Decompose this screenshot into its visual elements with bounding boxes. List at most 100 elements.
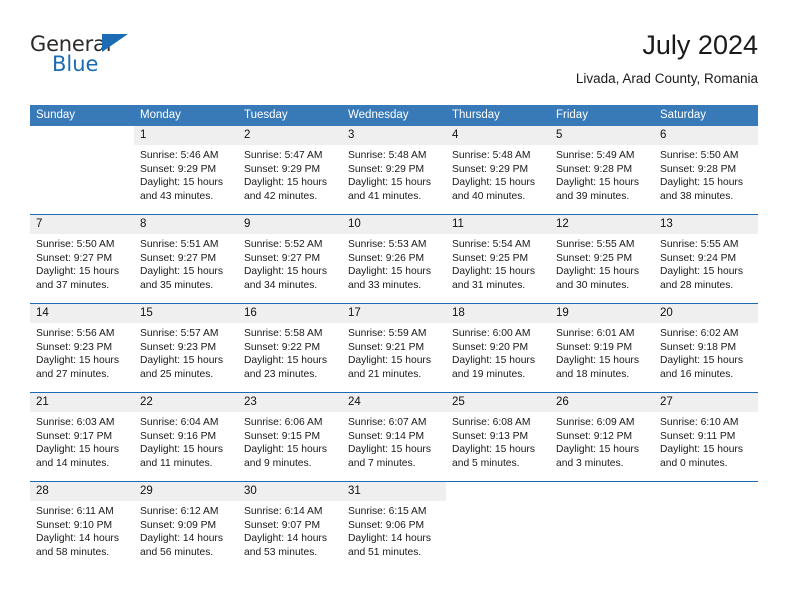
day-number[interactable]: 16	[238, 304, 342, 323]
day-number[interactable]: 15	[134, 304, 238, 323]
day-cell[interactable]: Sunrise: 6:03 AM Sunset: 9:17 PM Daylight:…	[30, 412, 134, 481]
day-cell[interactable]: Sunrise: 5:55 AM Sunset: 9:24 PM Daylight:…	[654, 234, 758, 303]
day-number[interactable]: 27	[654, 393, 758, 412]
day-cell[interactable]: Sunrise: 6:02 AM Sunset: 9:18 PM Daylight:…	[654, 323, 758, 392]
day-number[interactable]: 17	[342, 304, 446, 323]
day-daylight2-text: and 31 minutes.	[452, 279, 526, 291]
day-number[interactable]: 14	[30, 304, 134, 323]
day-number[interactable]: 3	[342, 126, 446, 145]
day-number[interactable]: 25	[446, 393, 550, 412]
day-cell[interactable]: Sunrise: 5:48 AM Sunset: 9:29 PM Daylight:…	[342, 145, 446, 214]
day-details-band: Sunrise: 5:56 AM Sunset: 9:23 PM Daylight:…	[30, 323, 758, 392]
day-number[interactable]: 9	[238, 215, 342, 234]
day-cell[interactable]: Sunrise: 5:48 AM Sunset: 9:29 PM Daylight:…	[446, 145, 550, 214]
day-cell[interactable]: Sunrise: 5:55 AM Sunset: 9:25 PM Daylight:…	[550, 234, 654, 303]
day-daylight2-text: and 21 minutes.	[348, 368, 422, 380]
day-cell[interactable]: Sunrise: 5:52 AM Sunset: 9:27 PM Daylight:…	[238, 234, 342, 303]
day-cell[interactable]: Sunrise: 5:50 AM Sunset: 9:28 PM Daylight:…	[654, 145, 758, 214]
weekday-header-row: Sunday Monday Tuesday Wednesday Thursday Frid…	[30, 105, 758, 126]
day-daylight2-text: and 56 minutes.	[140, 546, 214, 558]
day-cell[interactable]: Sunrise: 6:14 AM Sunset: 9:07 PM Daylight:…	[238, 501, 342, 570]
calendar-page: General Blue July 2024 Livada, Arad Coun…	[0, 0, 792, 612]
day-cell[interactable]: Sunrise: 6:09 AM Sunset: 9:12 PM Daylight:…	[550, 412, 654, 481]
day-number[interactable]: 20	[654, 304, 758, 323]
day-daylight1-text: Daylight: 15 hours	[244, 444, 327, 456]
day-cell[interactable]: Sunrise: 5:57 AM Sunset: 9:23 PM Daylight:…	[134, 323, 238, 392]
day-number[interactable]: 30	[238, 482, 342, 501]
day-number[interactable]: 21	[30, 393, 134, 412]
day-number[interactable]: 6	[654, 126, 758, 145]
page-subtitle: Livada, Arad County, Romania	[575, 71, 758, 86]
day-cell[interactable]: Sunrise: 5:50 AM Sunset: 9:27 PM Daylight:…	[30, 234, 134, 303]
day-details-band: Sunrise: 5:46 AM Sunset: 9:29 PM Daylight:…	[30, 145, 758, 214]
day-number[interactable]: 22	[134, 393, 238, 412]
day-sunrise-text: Sunrise: 6:08 AM	[452, 417, 531, 428]
day-cell[interactable]: Sunrise: 5:56 AM Sunset: 9:23 PM Daylight:…	[30, 323, 134, 392]
day-number[interactable]: 2	[238, 126, 342, 145]
day-number[interactable]: 18	[446, 304, 550, 323]
day-cell[interactable]: Sunrise: 6:08 AM Sunset: 9:13 PM Daylight:…	[446, 412, 550, 481]
day-cell[interactable]: Sunrise: 5:47 AM Sunset: 9:29 PM Daylight:…	[238, 145, 342, 214]
calendar-weeks: 1 2 3 4 5 6 Sunrise: 5:46 AM Sunset: 9:29 PM Day…	[30, 126, 758, 570]
day-cell[interactable]: Sunrise: 6:04 AM Sunset: 9:16 PM Daylight:…	[134, 412, 238, 481]
day-cell[interactable]: Sunrise: 6:15 AM Sunset: 9:06 PM Daylight:…	[342, 501, 446, 570]
day-number[interactable]: 12	[550, 215, 654, 234]
day-sunrise-text: Sunrise: 5:58 AM	[244, 328, 323, 339]
day-cell[interactable]: Sunrise: 5:53 AM Sunset: 9:26 PM Daylight:…	[342, 234, 446, 303]
page-header: General Blue July 2024 Livada, Arad Coun…	[30, 28, 758, 98]
day-number[interactable]: 26	[550, 393, 654, 412]
day-cell[interactable]: Sunrise: 5:58 AM Sunset: 9:22 PM Daylight:…	[238, 323, 342, 392]
day-cell[interactable]: Sunrise: 6:11 AM Sunset: 9:10 PM Daylight:…	[30, 501, 134, 570]
day-number[interactable]: 23	[238, 393, 342, 412]
day-number[interactable]: 7	[30, 215, 134, 234]
day-cell[interactable]: Sunrise: 5:49 AM Sunset: 9:28 PM Daylight:…	[550, 145, 654, 214]
day-cell[interactable]: Sunrise: 6:00 AM Sunset: 9:20 PM Daylight:…	[446, 323, 550, 392]
day-number[interactable]: 11	[446, 215, 550, 234]
day-sunrise-text: Sunrise: 5:52 AM	[244, 239, 323, 250]
day-number[interactable]: 28	[30, 482, 134, 501]
day-cell[interactable]: Sunrise: 5:51 AM Sunset: 9:27 PM Daylight:…	[134, 234, 238, 303]
day-daylight2-text: and 23 minutes.	[244, 368, 318, 380]
day-daylight1-text: Daylight: 15 hours	[348, 355, 431, 367]
day-daylight1-text: Daylight: 15 hours	[452, 266, 535, 278]
day-cell[interactable]: Sunrise: 6:01 AM Sunset: 9:19 PM Daylight:…	[550, 323, 654, 392]
day-daylight1-text: Daylight: 15 hours	[556, 266, 639, 278]
logo-triangle-icon	[102, 34, 128, 52]
day-sunset-text: Sunset: 9:18 PM	[660, 341, 737, 353]
day-sunrise-text: Sunrise: 5:46 AM	[140, 150, 219, 161]
day-daylight1-text: Daylight: 15 hours	[452, 444, 535, 456]
day-cell[interactable]: Sunrise: 6:07 AM Sunset: 9:14 PM Daylight:…	[342, 412, 446, 481]
day-daylight1-text: Daylight: 15 hours	[452, 177, 535, 189]
day-number[interactable]: 19	[550, 304, 654, 323]
day-sunset-text: Sunset: 9:15 PM	[244, 430, 321, 442]
day-number[interactable]: 1	[134, 126, 238, 145]
day-number[interactable]: 24	[342, 393, 446, 412]
day-cell[interactable]: Sunrise: 5:54 AM Sunset: 9:25 PM Daylight:…	[446, 234, 550, 303]
day-sunrise-text: Sunrise: 5:59 AM	[348, 328, 427, 339]
day-cell[interactable]: Sunrise: 6:06 AM Sunset: 9:15 PM Daylight:…	[238, 412, 342, 481]
day-number[interactable]: 29	[134, 482, 238, 501]
day-daylight1-text: Daylight: 15 hours	[36, 355, 119, 367]
day-number[interactable]: 5	[550, 126, 654, 145]
day-number[interactable]: 31	[342, 482, 446, 501]
day-sunset-text: Sunset: 9:07 PM	[244, 519, 321, 531]
day-cell[interactable]: Sunrise: 5:59 AM Sunset: 9:21 PM Daylight:…	[342, 323, 446, 392]
day-number[interactable]: 13	[654, 215, 758, 234]
day-sunrise-text: Sunrise: 6:12 AM	[140, 506, 219, 517]
day-cell[interactable]: Sunrise: 5:46 AM Sunset: 9:29 PM Daylight:…	[134, 145, 238, 214]
day-sunset-text: Sunset: 9:19 PM	[556, 341, 633, 353]
day-number[interactable]: 8	[134, 215, 238, 234]
day-number[interactable]: 4	[446, 126, 550, 145]
page-title: July 2024	[642, 30, 758, 60]
day-sunrise-text: Sunrise: 5:49 AM	[556, 150, 635, 161]
day-details-band: Sunrise: 6:11 AM Sunset: 9:10 PM Daylight:…	[30, 501, 758, 570]
day-number[interactable]: 10	[342, 215, 446, 234]
day-sunrise-text: Sunrise: 6:09 AM	[556, 417, 635, 428]
day-cell[interactable]: Sunrise: 6:12 AM Sunset: 9:09 PM Daylight:…	[134, 501, 238, 570]
day-daylight2-text: and 37 minutes.	[36, 279, 110, 291]
day-cell[interactable]: Sunrise: 6:10 AM Sunset: 9:11 PM Daylight:…	[654, 412, 758, 481]
weekday-header-wednesday: Wednesday	[348, 109, 409, 121]
day-sunrise-text: Sunrise: 6:00 AM	[452, 328, 531, 339]
day-daylight2-text: and 51 minutes.	[348, 546, 422, 558]
day-daylight1-text: Daylight: 15 hours	[660, 444, 743, 456]
